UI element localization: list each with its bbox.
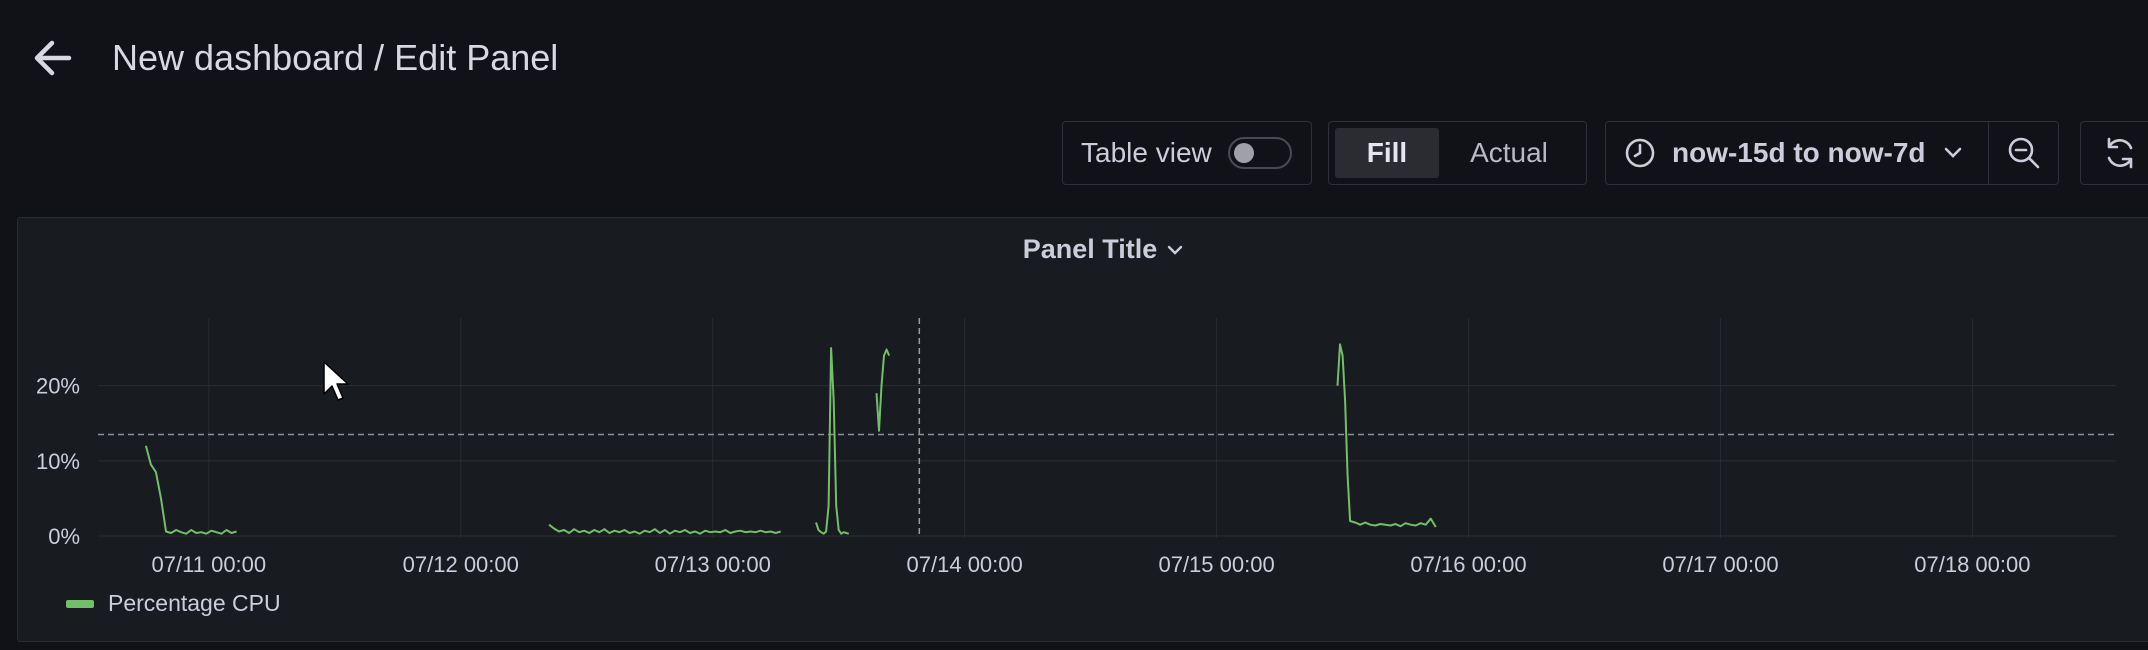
series-line-segment (875, 348, 891, 432)
fill-button[interactable]: Fill (1335, 128, 1439, 178)
time-range-picker: now-15d to now-7d (1605, 121, 2059, 185)
page-title: New dashboard / Edit Panel (112, 37, 559, 78)
series-line-segment (548, 523, 781, 535)
x-tick-label: 07/18 00:00 (1914, 552, 2030, 577)
x-tick-label: 07/14 00:00 (907, 552, 1023, 577)
panel: Panel Title 0% 10% 20% 07/11 00:00 07/12 00… (17, 217, 2148, 642)
mouse-pointer-icon (323, 361, 349, 401)
grid-horizontal-lines (98, 385, 2116, 537)
legend-swatch (66, 599, 94, 608)
fill-actual-radio-group: Fill Actual (1328, 121, 1587, 185)
time-range-button[interactable]: now-15d to now-7d (1606, 122, 1988, 184)
refresh-icon (2107, 137, 2133, 169)
x-tick-label: 07/15 00:00 (1158, 552, 1274, 577)
refresh-button[interactable] (2080, 121, 2148, 185)
series-line-segment (815, 347, 850, 535)
clock-icon (1625, 138, 1655, 168)
time-series-chart[interactable]: 0% 10% 20% 07/11 00:00 07/12 00:00 07/13 00:… (18, 218, 2148, 588)
x-tick-label: 07/16 00:00 (1410, 552, 1526, 577)
grid-vertical-lines (208, 318, 1973, 538)
series-line-segment (1336, 343, 1437, 528)
top-bar: New dashboard / Edit Panel (0, 0, 2148, 112)
legend-label: Percentage CPU (108, 590, 281, 616)
x-tick-label: 07/12 00:00 (403, 552, 519, 577)
y-axis-ticks: 0% 10% 20% (36, 374, 80, 549)
back-button[interactable] (28, 34, 76, 82)
actual-button[interactable]: Actual (1439, 128, 1579, 178)
table-view-switch[interactable] (1227, 137, 1292, 169)
y-tick-label: 20% (36, 374, 80, 399)
x-axis-ticks: 07/11 00:00 07/12 00:00 07/13 00:00 07/14 0… (152, 552, 2031, 577)
zoom-out-button[interactable] (1988, 122, 2058, 184)
legend-item[interactable]: Percentage CPU (66, 590, 281, 617)
table-view-label: Table view (1081, 137, 1212, 168)
x-tick-label: 07/17 00:00 (1662, 552, 1778, 577)
x-tick-label: 07/11 00:00 (152, 552, 267, 577)
y-tick-label: 0% (48, 524, 80, 549)
series-line-segment (144, 445, 237, 535)
zoom-out-icon (2008, 137, 2039, 169)
table-view-toggle-group: Table view (1062, 121, 1312, 185)
time-range-label: now-15d to now-7d (1672, 137, 1926, 168)
x-tick-label: 07/13 00:00 (655, 552, 771, 577)
switch-knob (1233, 143, 1254, 163)
arrow-left-icon (34, 40, 72, 76)
y-tick-label: 10% (36, 449, 80, 474)
chevron-down-icon (1944, 147, 1961, 158)
